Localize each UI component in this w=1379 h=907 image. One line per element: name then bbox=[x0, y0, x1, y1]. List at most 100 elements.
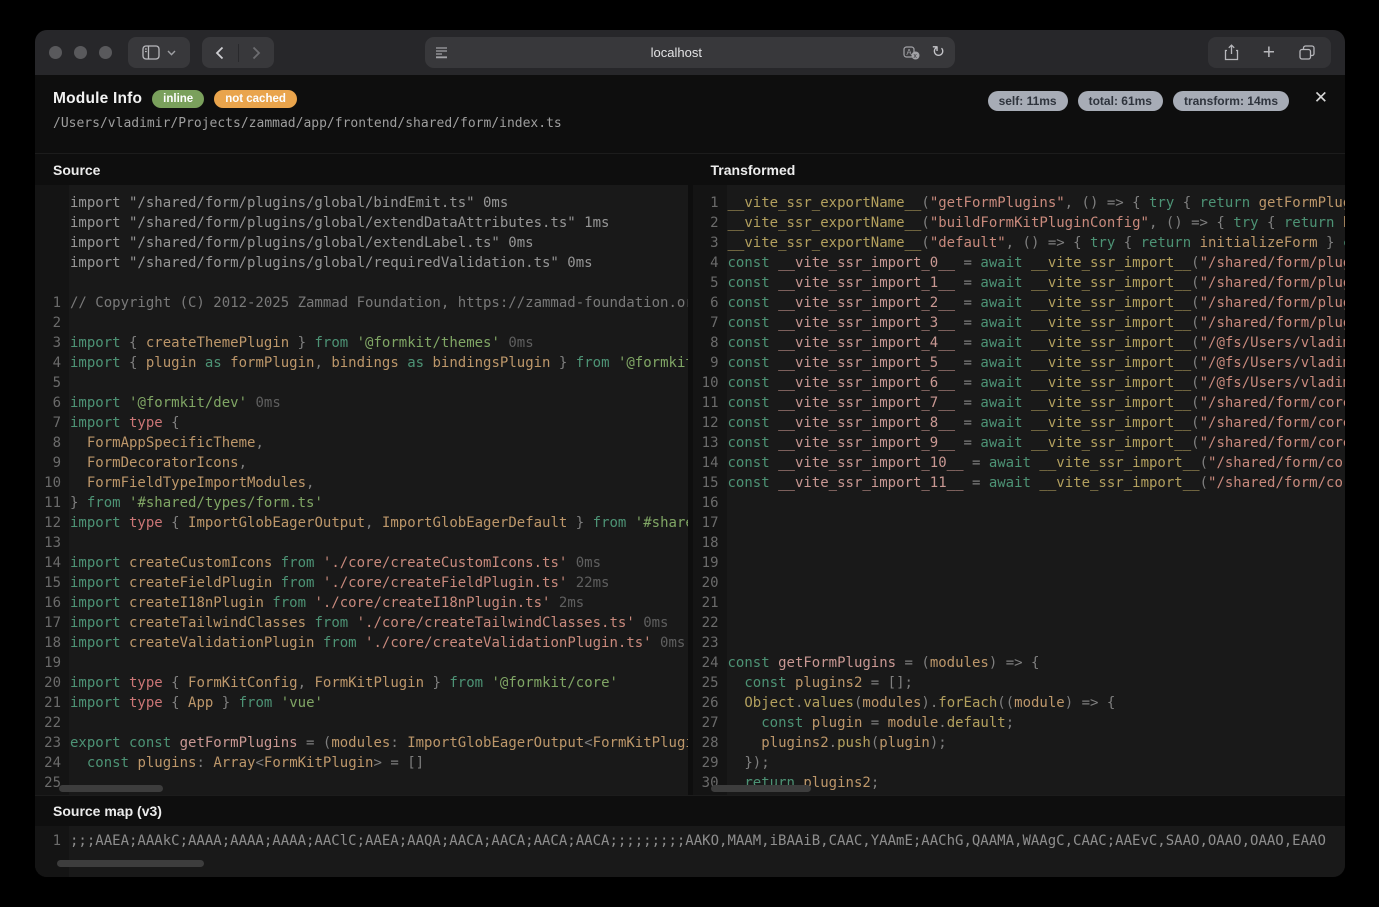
code-line: 8const __vite_ssr_import_4__ = await __v… bbox=[693, 333, 1346, 353]
code-line: 8 FormAppSpecificTheme, bbox=[35, 433, 688, 453]
back-button[interactable] bbox=[202, 37, 238, 68]
transform-time-badge: transform: 14ms bbox=[1173, 91, 1289, 111]
code-line: import "/shared/form/plugins/global/requ… bbox=[35, 253, 688, 273]
traffic-light-minimize-button[interactable] bbox=[74, 46, 87, 59]
source-code-area[interactable]: import "/shared/form/plugins/global/bind… bbox=[35, 185, 688, 795]
line-number: 4 bbox=[35, 353, 61, 373]
line-number: 25 bbox=[693, 673, 719, 693]
code-line: 24const getFormPlugins = (modules) => { bbox=[693, 653, 1346, 673]
source-map-code-area[interactable]: 1;;;AAEA;AAAkC;AAAA;AAAA;AAAA;AAClC;AAEA… bbox=[35, 826, 1345, 877]
code-line: 14import createCustomIcons from './core/… bbox=[35, 553, 688, 573]
reader-icon[interactable] bbox=[435, 46, 450, 59]
code-line: 21 bbox=[693, 593, 1346, 613]
line-number: 14 bbox=[693, 453, 719, 473]
code-line: 18import createValidationPlugin from './… bbox=[35, 633, 688, 653]
code-line: 16 bbox=[693, 493, 1346, 513]
line-number: 7 bbox=[35, 413, 61, 433]
browser-window: localhost A x ↻ bbox=[35, 30, 1345, 877]
new-tab-button[interactable]: + bbox=[1263, 42, 1275, 63]
line-number bbox=[35, 193, 61, 213]
horizontal-scrollbar[interactable] bbox=[57, 860, 204, 867]
line-number: 3 bbox=[35, 333, 61, 353]
module-file-path: /Users/vladimir/Projects/zammad/app/fron… bbox=[53, 116, 1327, 131]
line-number: 7 bbox=[693, 313, 719, 333]
sidebar-toggle-button[interactable] bbox=[128, 37, 190, 68]
code-line: 6import '@formkit/dev' 0ms bbox=[35, 393, 688, 413]
line-number: 1 bbox=[35, 293, 61, 313]
line-number: 22 bbox=[35, 713, 61, 733]
line-number: 17 bbox=[693, 513, 719, 533]
code-line: 5const __vite_ssr_import_1__ = await __v… bbox=[693, 273, 1346, 293]
line-number: 21 bbox=[693, 593, 719, 613]
code-line: 22 bbox=[35, 713, 688, 733]
code-line: 1// Copyright (C) 2012-2025 Zammad Found… bbox=[35, 293, 688, 313]
code-line: 10 FormFieldTypeImportModules, bbox=[35, 473, 688, 493]
traffic-lights bbox=[49, 46, 112, 59]
share-icon[interactable] bbox=[1224, 44, 1239, 61]
code-line: 23 bbox=[693, 633, 1346, 653]
line-number: 23 bbox=[35, 733, 61, 753]
address-bar[interactable]: localhost A x ↻ bbox=[425, 37, 955, 68]
line-number: 10 bbox=[693, 373, 719, 393]
line-number: 10 bbox=[35, 473, 61, 493]
code-line: 15import createFieldPlugin from './core/… bbox=[35, 573, 688, 593]
sidebar-icon bbox=[142, 45, 160, 60]
timing-stats: self: 11ms total: 61ms transform: 14ms bbox=[988, 91, 1289, 111]
reload-button[interactable]: ↻ bbox=[932, 45, 945, 61]
line-number: 5 bbox=[35, 373, 61, 393]
line-number: 18 bbox=[693, 533, 719, 553]
module-info-header: Module Info inline not cached self: 11ms… bbox=[35, 75, 1345, 153]
code-line: 3import { createThemePlugin } from '@for… bbox=[35, 333, 688, 353]
total-time-badge: total: 61ms bbox=[1078, 91, 1163, 111]
translate-icon[interactable]: A x bbox=[903, 46, 920, 60]
line-number: 24 bbox=[35, 753, 61, 773]
line-number: 24 bbox=[693, 653, 719, 673]
source-panel-title: Source bbox=[35, 154, 688, 185]
not-cached-badge: not cached bbox=[214, 90, 297, 108]
transformed-code-area[interactable]: 1__vite_ssr_exportName__("getFormPlugins… bbox=[693, 185, 1346, 795]
inline-badge: inline bbox=[152, 90, 204, 108]
line-number: 6 bbox=[693, 293, 719, 313]
code-line: 7const __vite_ssr_import_3__ = await __v… bbox=[693, 313, 1346, 333]
code-line: import "/shared/form/plugins/global/exte… bbox=[35, 233, 688, 253]
tab-overview-icon[interactable] bbox=[1299, 45, 1315, 60]
line-number bbox=[35, 253, 61, 273]
traffic-light-close-button[interactable] bbox=[49, 46, 62, 59]
chevron-down-icon bbox=[167, 50, 176, 56]
code-line: 11} from '#shared/types/form.ts' bbox=[35, 493, 688, 513]
code-line: 29 }); bbox=[693, 753, 1346, 773]
code-line: 23export const getFormPlugins = (modules… bbox=[35, 733, 688, 753]
code-line: 28 plugins2.push(plugin); bbox=[693, 733, 1346, 753]
line-number: 19 bbox=[35, 653, 61, 673]
code-line: 14const __vite_ssr_import_10__ = await _… bbox=[693, 453, 1346, 473]
code-line: 4const __vite_ssr_import_0__ = await __v… bbox=[693, 253, 1346, 273]
horizontal-scrollbar[interactable] bbox=[59, 785, 163, 792]
line-number: 15 bbox=[35, 573, 61, 593]
close-button[interactable]: ✕ bbox=[1314, 88, 1328, 108]
forward-button[interactable] bbox=[239, 37, 275, 68]
line-number: 11 bbox=[693, 393, 719, 413]
line-number bbox=[35, 213, 61, 233]
line-number: 19 bbox=[693, 553, 719, 573]
inspector-page: Module Info inline not cached self: 11ms… bbox=[35, 75, 1345, 877]
chevron-left-icon bbox=[215, 46, 224, 60]
line-number: 2 bbox=[35, 313, 61, 333]
browser-toolbar: localhost A x ↻ bbox=[35, 30, 1345, 75]
traffic-light-zoom-button[interactable] bbox=[99, 46, 112, 59]
code-line: 15const __vite_ssr_import_11__ = await _… bbox=[693, 473, 1346, 493]
code-line: 9const __vite_ssr_import_5__ = await __v… bbox=[693, 353, 1346, 373]
toolbar-right-buttons: + bbox=[1208, 37, 1331, 68]
line-number: 22 bbox=[693, 613, 719, 633]
line-number: 12 bbox=[35, 513, 61, 533]
code-line: import "/shared/form/plugins/global/bind… bbox=[35, 193, 688, 213]
line-number: 12 bbox=[693, 413, 719, 433]
line-number: 11 bbox=[35, 493, 61, 513]
horizontal-scrollbar[interactable] bbox=[711, 785, 811, 792]
chevron-right-icon bbox=[252, 46, 261, 60]
self-time-badge: self: 11ms bbox=[988, 91, 1068, 111]
code-line: 10const __vite_ssr_import_6__ = await __… bbox=[693, 373, 1346, 393]
code-line: 17 bbox=[693, 513, 1346, 533]
line-number: 8 bbox=[35, 433, 61, 453]
line-number: 16 bbox=[693, 493, 719, 513]
source-panel: Source import "/shared/form/plugins/glob… bbox=[35, 154, 688, 795]
